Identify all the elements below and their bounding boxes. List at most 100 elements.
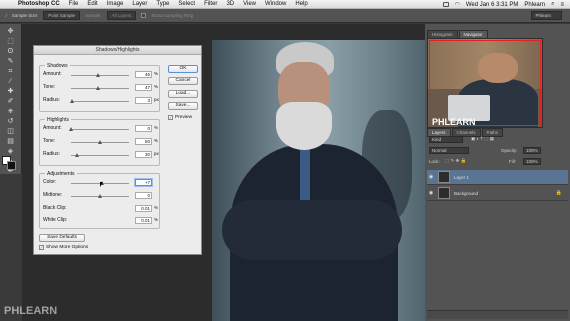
black-clip-field[interactable]: 0.01 [135, 205, 152, 212]
white-clip-unit: % [154, 217, 159, 222]
shadows-radius-thumb[interactable] [69, 99, 74, 103]
color-label: Color: [43, 179, 57, 185]
user-name[interactable]: Phlearn [524, 2, 545, 8]
fill-label: Fill: [509, 159, 516, 164]
midtone-row: Midtone: 0 [43, 192, 158, 202]
highlights-amount-field[interactable]: 0 [135, 125, 152, 132]
sample-size-select[interactable]: Point Sample [43, 11, 81, 20]
layer-row-layer-1[interactable]: ◉ Layer 1 [427, 170, 568, 185]
workspace-select[interactable]: Phlearn [531, 11, 562, 20]
highlights-radius-label: Radius: [43, 151, 60, 157]
shadows-tone-label: Tone: [43, 84, 56, 90]
lock-row: Lock: ⬚ ✎ ✥ 🔒 Fill: 100% [427, 158, 568, 167]
quick-select-tool-icon[interactable]: ✎ [5, 58, 16, 66]
crop-tool-icon[interactable]: ⌗ [5, 68, 16, 76]
menu-layer[interactable]: Layer [132, 1, 147, 7]
highlights-group-label: Highlights [45, 117, 71, 123]
highlights-radius-thumb[interactable] [74, 153, 79, 157]
color-field[interactable]: +7 [135, 179, 152, 186]
fill-field[interactable]: 100% [523, 158, 541, 165]
layer-row-background[interactable]: ◉ Background 🔒 [427, 186, 568, 201]
clone-stamp-icon[interactable]: ⎈ [5, 108, 16, 116]
shadows-amount-slider[interactable] [71, 75, 129, 76]
menu-bar: Photoshop CC File Edit Image Layer Type … [0, 0, 570, 9]
opacity-field[interactable]: 100% [523, 147, 541, 154]
highlights-tone-thumb[interactable] [98, 140, 102, 144]
midtone-thumb[interactable] [98, 194, 102, 198]
highlights-amount-thumb[interactable] [69, 127, 73, 131]
history-brush-icon[interactable]: ↺ [5, 118, 16, 126]
sample-select[interactable]: All Layers [106, 11, 137, 20]
shadows-amount-thumb[interactable] [95, 73, 100, 77]
shadows-tone-thumb[interactable] [96, 86, 101, 90]
shadows-radius-unit: px [154, 97, 159, 102]
eyedropper-tool-icon[interactable]: ⁄ [6, 13, 7, 18]
highlights-tone-field[interactable]: 50 [135, 138, 152, 145]
marquee-tool-icon[interactable]: ⬚ [5, 38, 16, 46]
lasso-tool-icon[interactable]: ʘ [5, 48, 16, 56]
white-clip-field[interactable]: 0.01 [135, 217, 152, 224]
blur-tool-icon[interactable]: ◈ [5, 148, 16, 156]
cancel-button[interactable]: Cancel [168, 77, 198, 85]
navigator-preview[interactable]: PHLEARN [427, 38, 543, 128]
layer-thumbnail [438, 171, 450, 183]
menu-list-icon[interactable]: ≡ [560, 2, 564, 8]
app-menu[interactable]: Photoshop CC [18, 1, 60, 7]
menu-select[interactable]: Select [178, 1, 195, 7]
highlights-radius-slider[interactable] [71, 155, 129, 156]
preview-checkbox[interactable]: ✓ [168, 115, 173, 120]
shadows-radius-slider[interactable] [71, 101, 129, 102]
document-image[interactable] [212, 40, 425, 321]
shadows-amount-field[interactable]: 46 [135, 71, 152, 78]
load-button[interactable]: Load... [168, 90, 198, 98]
menu-image[interactable]: Image [107, 1, 124, 7]
show-more-options-checkbox[interactable]: ✓ [39, 245, 44, 250]
eraser-tool-icon[interactable]: ◫ [5, 128, 16, 136]
show-sampling-ring-checkbox[interactable] [141, 13, 147, 18]
menu-view[interactable]: View [243, 1, 256, 7]
save-defaults-button[interactable]: Save Defaults [39, 234, 85, 242]
eye-icon[interactable]: ◉ [427, 174, 435, 180]
preview-toggle[interactable]: ✓ Preview [168, 115, 192, 120]
eye-icon[interactable]: ◉ [427, 190, 435, 196]
clock[interactable]: Wed Jan 6 3:31 PM [466, 2, 519, 8]
wifi-icon[interactable]: ◠ [455, 1, 460, 8]
shadows-tone-field[interactable]: 47 [135, 84, 152, 91]
highlights-radius-unit: px [154, 151, 159, 156]
highlights-tone-row: Tone: 50 % [43, 138, 158, 148]
save-button[interactable]: Save... [168, 102, 198, 110]
highlights-amount-label: Amount: [43, 125, 62, 131]
highlights-amount-slider[interactable] [71, 129, 129, 130]
search-icon[interactable]: ⌕ [551, 1, 554, 8]
show-more-options-toggle[interactable]: ✓ Show More Options [39, 245, 88, 250]
battery-icon[interactable] [442, 2, 449, 7]
shadows-radius-field[interactable]: 3 [135, 97, 152, 104]
midtone-field[interactable]: 0 [135, 192, 152, 199]
menu-window[interactable]: Window [265, 1, 286, 7]
highlights-radius-field[interactable]: 30 [135, 151, 152, 158]
highlights-amount-row: Amount: 0 % [43, 125, 158, 135]
navigator-view-box[interactable] [429, 40, 541, 126]
blend-mode-select[interactable]: Normal [429, 147, 469, 154]
filter-icons[interactable]: ▣ ◐ T ⬚ ▦ [471, 136, 494, 142]
options-bar: ⁄ Sample Size: Point Sample Sample: All … [0, 9, 570, 23]
menu-filter[interactable]: Filter [204, 1, 217, 7]
right-panel-dock: Histogram Navigator PHLEARN Layers Chann… [425, 24, 570, 321]
ok-button[interactable]: OK [168, 65, 198, 73]
background-color-swatch[interactable] [7, 161, 16, 170]
move-tool-icon[interactable]: ✥ [5, 28, 16, 36]
lock-icons[interactable]: ⬚ ✎ ✥ 🔒 [445, 158, 466, 164]
menu-file[interactable]: File [69, 1, 79, 7]
eyedropper-icon[interactable]: ⁄ [5, 78, 16, 86]
blend-row: Normal Opacity: 100% [427, 147, 568, 156]
highlights-tone-label: Tone: [43, 138, 56, 144]
kind-filter-select[interactable]: Kind [429, 136, 463, 143]
healing-brush-icon[interactable]: ✚ [5, 88, 16, 96]
menu-edit[interactable]: Edit [87, 1, 97, 7]
menu-help[interactable]: Help [295, 1, 307, 7]
menu-3d[interactable]: 3D [226, 1, 234, 7]
shadows-amount-row: Amount: 46 % [43, 71, 158, 81]
gradient-tool-icon[interactable]: ▤ [5, 138, 16, 146]
brush-tool-icon[interactable]: ✐ [5, 98, 16, 106]
menu-type[interactable]: Type [156, 1, 169, 7]
